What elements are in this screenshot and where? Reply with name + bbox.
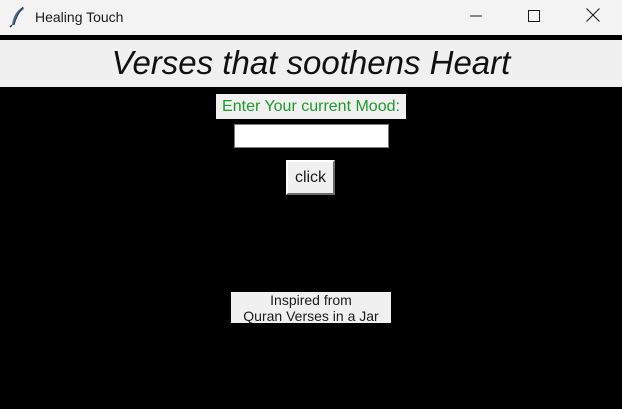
- close-button[interactable]: [570, 0, 616, 35]
- minimize-button[interactable]: [453, 0, 499, 35]
- minimize-icon: [470, 9, 482, 27]
- maximize-button[interactable]: [511, 0, 557, 35]
- title-bar[interactable]: Healing Touch: [0, 0, 622, 35]
- page-title: Verses that soothens Heart: [111, 44, 511, 81]
- feather-icon: [9, 6, 27, 28]
- click-button[interactable]: click: [286, 160, 335, 195]
- window-title: Healing Touch: [35, 9, 124, 25]
- header-banner: Verses that soothens Heart: [0, 40, 622, 87]
- mood-input[interactable]: [234, 124, 389, 148]
- close-icon: [586, 8, 600, 27]
- credit-line-1: Inspired from: [270, 292, 352, 308]
- mood-label: Enter Your current Mood:: [216, 94, 406, 119]
- credit-label: Inspired from Quran Verses in a Jar: [231, 292, 391, 323]
- credit-line-2: Quran Verses in a Jar: [243, 308, 379, 323]
- app-window: Healing Touch Verses that soothens Heart…: [0, 0, 622, 409]
- maximize-icon: [528, 9, 540, 27]
